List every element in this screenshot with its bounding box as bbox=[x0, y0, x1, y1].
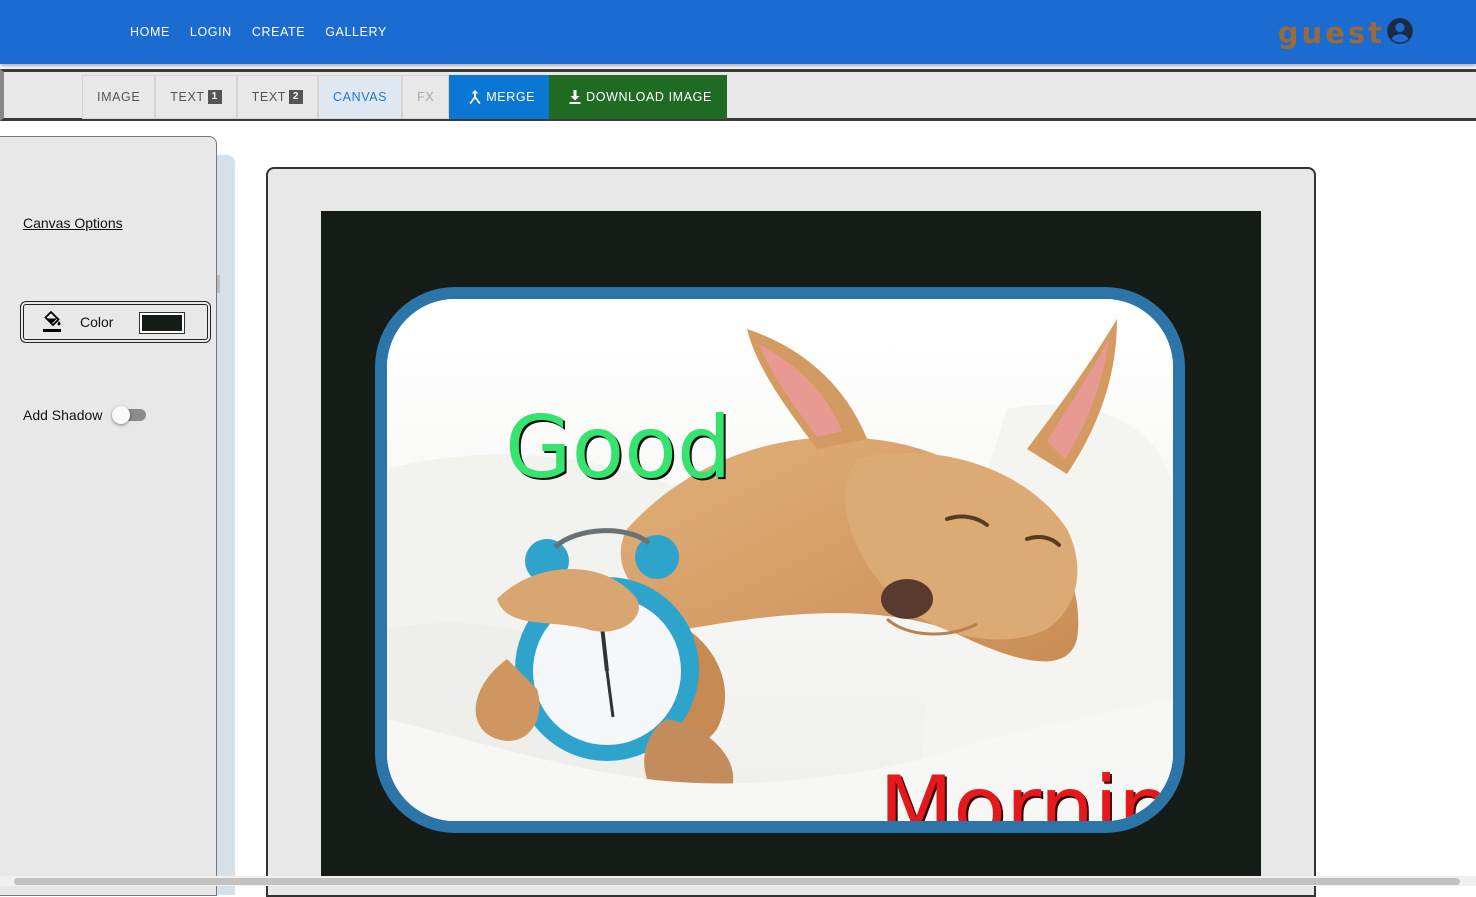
tab-text-1[interactable]: TEXT 1 bbox=[155, 75, 237, 119]
horizontal-scrollbar[interactable] bbox=[0, 876, 1476, 886]
download-icon bbox=[568, 89, 582, 105]
tab-text-2-label: TEXT bbox=[251, 90, 287, 104]
panel-title: Canvas Options bbox=[23, 215, 123, 231]
add-shadow-label: Add Shadow bbox=[23, 407, 103, 423]
tab-text-1-label: TEXT bbox=[170, 90, 205, 104]
color-picker-button[interactable]: Color bbox=[20, 301, 211, 343]
nav-create-link[interactable]: CREATE bbox=[252, 25, 305, 39]
merge-button[interactable]: MERGE bbox=[449, 75, 550, 119]
tab-fx-label: FX bbox=[417, 90, 435, 104]
canvas-options-panel: Canvas Options Color Add Shadow bbox=[0, 136, 217, 896]
meme-top-text[interactable]: Good bbox=[505, 405, 731, 491]
nav-home-link[interactable]: HOME bbox=[130, 25, 170, 39]
meme-canvas[interactable]: Good Morning bbox=[321, 211, 1261, 881]
main-nav: HOME LOGIN CREATE GALLERY bbox=[130, 0, 407, 64]
merge-icon bbox=[468, 89, 482, 105]
download-image-button-label: DOWNLOAD IMAGE bbox=[586, 90, 712, 104]
app-bar: HOME LOGIN CREATE GALLERY guest bbox=[0, 0, 1476, 64]
user-menu[interactable]: guest bbox=[1278, 16, 1414, 50]
merge-button-label: MERGE bbox=[486, 90, 536, 104]
nav-gallery-link[interactable]: GALLERY bbox=[325, 25, 387, 39]
meme-image-frame[interactable]: Good Morning bbox=[375, 287, 1185, 833]
meme-bottom-text[interactable]: Morning bbox=[879, 765, 1173, 821]
username[interactable]: guest bbox=[1278, 16, 1385, 50]
tab-canvas[interactable]: CANVAS bbox=[318, 75, 403, 119]
add-shadow-row: Add Shadow bbox=[23, 405, 148, 425]
toggle-thumb bbox=[112, 406, 131, 424]
editor-toolbar: IMAGE TEXT 1 TEXT 2 CANVAS FX MERGE DOWNLO… bbox=[0, 69, 1476, 121]
nav-login-link[interactable]: LOGIN bbox=[190, 25, 232, 39]
color-label: Color bbox=[80, 314, 114, 330]
tab-text-2[interactable]: TEXT 2 bbox=[236, 75, 319, 119]
scrollbar-thumb[interactable] bbox=[14, 878, 1460, 885]
tab-image[interactable]: IMAGE bbox=[82, 75, 156, 119]
download-image-button[interactable]: DOWNLOAD IMAGE bbox=[549, 75, 727, 119]
tab-canvas-label: CANVAS bbox=[333, 90, 388, 104]
color-swatch-fill bbox=[142, 315, 182, 331]
editor-tabs: IMAGE TEXT 1 TEXT 2 CANVAS FX MERGE DOWNLO… bbox=[82, 75, 727, 119]
paint-bucket-icon bbox=[42, 311, 62, 333]
color-swatch bbox=[139, 312, 185, 334]
account-circle-icon[interactable] bbox=[1385, 17, 1414, 50]
panel-resize-handle[interactable] bbox=[217, 155, 235, 895]
tab-image-label: IMAGE bbox=[97, 90, 141, 104]
tab-text-2-badge: 2 bbox=[289, 90, 304, 104]
sleeping-dog-image bbox=[387, 299, 1173, 821]
add-shadow-toggle[interactable] bbox=[112, 405, 148, 425]
tab-text-1-badge: 1 bbox=[207, 90, 222, 104]
resize-grip[interactable] bbox=[217, 275, 220, 293]
tab-fx[interactable]: FX bbox=[402, 75, 450, 119]
